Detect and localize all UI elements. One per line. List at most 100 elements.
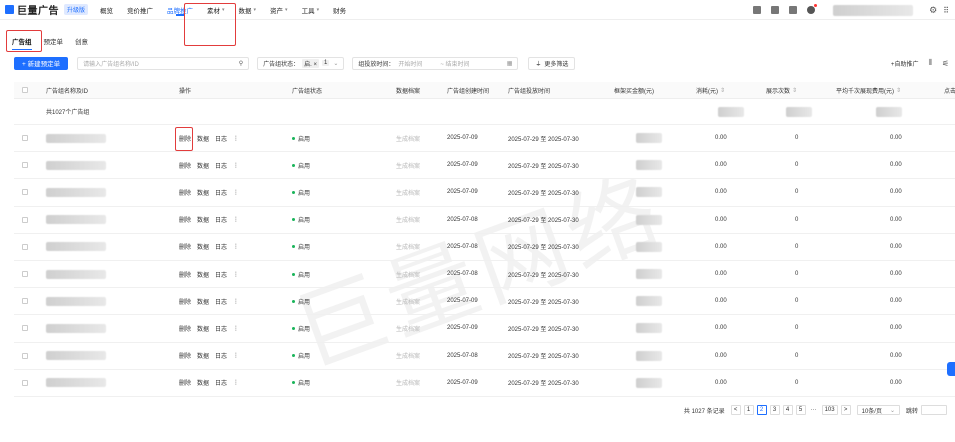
nav-item-1[interactable]: 竞价推广 <box>127 0 153 20</box>
data-button[interactable]: 数据 <box>197 215 209 224</box>
tab-creative[interactable]: 创意 <box>75 36 88 46</box>
page-button[interactable]: 3 <box>769 405 780 415</box>
date-start[interactable]: 开始时间 <box>398 59 422 68</box>
page-button[interactable]: 4 <box>782 405 793 415</box>
data-button[interactable]: 数据 <box>197 324 209 333</box>
col-cost[interactable]: 消耗(元) ⇕ <box>696 82 725 98</box>
delete-button[interactable]: 删除 <box>179 161 191 170</box>
more-icon[interactable]: ⋮ <box>233 271 239 278</box>
apps-grid-icon[interactable]: ⠿ <box>943 6 949 15</box>
nav-item-4[interactable]: 数据 ▾ <box>239 0 257 20</box>
log-button[interactable]: 日志 <box>215 161 227 170</box>
nav-item-2[interactable]: 品牌推广 <box>167 0 193 20</box>
row-checkbox[interactable] <box>22 352 28 359</box>
page-size-select[interactable]: 10条/页 ⌄ <box>856 405 900 415</box>
date-end[interactable]: ~ 结束时间 <box>440 59 469 68</box>
log-button[interactable]: 日志 <box>215 215 227 224</box>
date-range-picker[interactable]: 组投放时间： 开始时间 ~ 结束时间 ▦ <box>352 56 519 70</box>
upgrade-badge[interactable]: 升级版 <box>64 4 89 15</box>
log-button[interactable]: 日志 <box>215 351 227 360</box>
log-button[interactable]: 日志 <box>215 242 227 251</box>
archive-cell[interactable]: 生成档案 <box>396 179 420 205</box>
logo[interactable]: 巨量广告 升级版 <box>5 2 89 17</box>
tab-ad-group[interactable]: 广告组 <box>12 36 32 50</box>
data-button[interactable]: 数据 <box>197 297 209 306</box>
nav-item-6[interactable]: 工具 ▾ <box>302 0 320 20</box>
delete-button[interactable]: 删除 <box>179 215 191 224</box>
data-button[interactable]: 数据 <box>197 161 209 170</box>
log-button[interactable]: 日志 <box>215 188 227 197</box>
page-button[interactable]: 5 <box>795 405 806 415</box>
archive-cell[interactable]: 生成档案 <box>396 343 420 369</box>
archive-cell[interactable]: 生成档案 <box>396 152 420 178</box>
row-checkbox[interactable] <box>22 298 28 305</box>
archive-cell[interactable]: 生成档案 <box>396 125 420 151</box>
document-icon[interactable] <box>789 6 798 14</box>
archive-cell[interactable]: 生成档案 <box>396 207 420 233</box>
clipboard-icon[interactable] <box>753 6 762 14</box>
delete-button[interactable]: 删除 <box>179 324 191 333</box>
settings-icon[interactable]: ⚟ <box>942 59 949 68</box>
columns-icon[interactable]: ⫴ <box>928 58 931 68</box>
search-icon[interactable]: ⚲ <box>239 60 243 67</box>
row-checkbox[interactable] <box>22 162 28 169</box>
delete-button[interactable]: 删除 <box>179 378 191 387</box>
more-icon[interactable]: ⋮ <box>233 379 239 386</box>
side-assistant-icon[interactable] <box>947 362 955 376</box>
more-icon[interactable]: ⋮ <box>233 298 239 305</box>
more-icon[interactable]: ⋮ <box>233 216 239 223</box>
nav-item-5[interactable]: 资产 ▾ <box>270 0 288 20</box>
log-button[interactable]: 日志 <box>215 270 227 279</box>
more-icon[interactable]: ⋮ <box>233 189 239 196</box>
gear-icon[interactable]: ⚙ <box>929 5 937 16</box>
delete-button[interactable]: 删除 <box>179 188 191 197</box>
nav-item-3[interactable]: 素材 ▾ <box>207 0 225 20</box>
page-button[interactable]: 103 <box>821 405 838 415</box>
account-info[interactable] <box>833 4 914 16</box>
archive-cell[interactable]: 生成档案 <box>396 234 420 260</box>
page-button[interactable]: 1 <box>743 405 754 415</box>
row-checkbox[interactable] <box>22 271 28 278</box>
data-button[interactable]: 数据 <box>197 378 209 387</box>
data-button[interactable]: 数据 <box>197 270 209 279</box>
jump-input[interactable] <box>921 405 947 415</box>
data-button[interactable]: 数据 <box>197 188 209 197</box>
col-cpm[interactable]: 平均千次展现费用(元) ⇕ <box>836 82 901 98</box>
data-button[interactable]: 数据 <box>197 351 209 360</box>
row-checkbox[interactable] <box>22 189 28 196</box>
search-input[interactable]: 请输入广告组名称/ID ⚲ <box>77 56 250 70</box>
row-checkbox[interactable] <box>22 379 28 386</box>
more-icon[interactable]: ⋮ <box>233 325 239 332</box>
next-page-button[interactable]: > <box>840 405 851 415</box>
more-icon[interactable]: ⋮ <box>233 135 239 142</box>
row-checkbox[interactable] <box>22 135 28 142</box>
delete-button[interactable]: 删除 <box>179 297 191 306</box>
more-filter-button[interactable]: ⏚ 更多筛选 <box>528 56 576 70</box>
nav-item-0[interactable]: 概览 <box>100 0 113 20</box>
bell-icon[interactable] <box>771 6 780 14</box>
close-icon[interactable]: × <box>313 62 317 68</box>
select-all-checkbox[interactable] <box>22 87 28 93</box>
archive-cell[interactable]: 生成档案 <box>396 315 420 341</box>
archive-cell[interactable]: 生成档案 <box>396 261 420 287</box>
more-icon[interactable]: ⋮ <box>233 162 239 169</box>
help-icon[interactable] <box>807 4 818 14</box>
data-button[interactable]: 数据 <box>197 134 209 143</box>
row-checkbox[interactable] <box>22 216 28 223</box>
tab-reservation-order[interactable]: 预定单 <box>44 36 64 46</box>
auto-promote-button[interactable]: +自助推广 <box>891 59 919 68</box>
archive-cell[interactable]: 生成档案 <box>396 370 420 396</box>
delete-button[interactable]: 删除 <box>179 270 191 279</box>
log-button[interactable]: 日志 <box>215 324 227 333</box>
prev-page-button[interactable]: < <box>730 405 741 415</box>
more-icon[interactable]: ⋮ <box>233 243 239 250</box>
row-checkbox[interactable] <box>22 243 28 250</box>
new-reservation-button[interactable]: + 新建预定单 <box>14 56 69 70</box>
page-ellipsis[interactable]: ··· <box>809 405 819 415</box>
archive-cell[interactable]: 生成档案 <box>396 288 420 314</box>
col-impressions[interactable]: 展示次数 ⇕ <box>766 82 797 98</box>
status-filter[interactable]: 广告组状态： 启. × 1 ⌄ <box>257 56 345 70</box>
delete-button[interactable]: 删除 <box>179 134 191 143</box>
log-button[interactable]: 日志 <box>215 297 227 306</box>
data-button[interactable]: 数据 <box>197 242 209 251</box>
